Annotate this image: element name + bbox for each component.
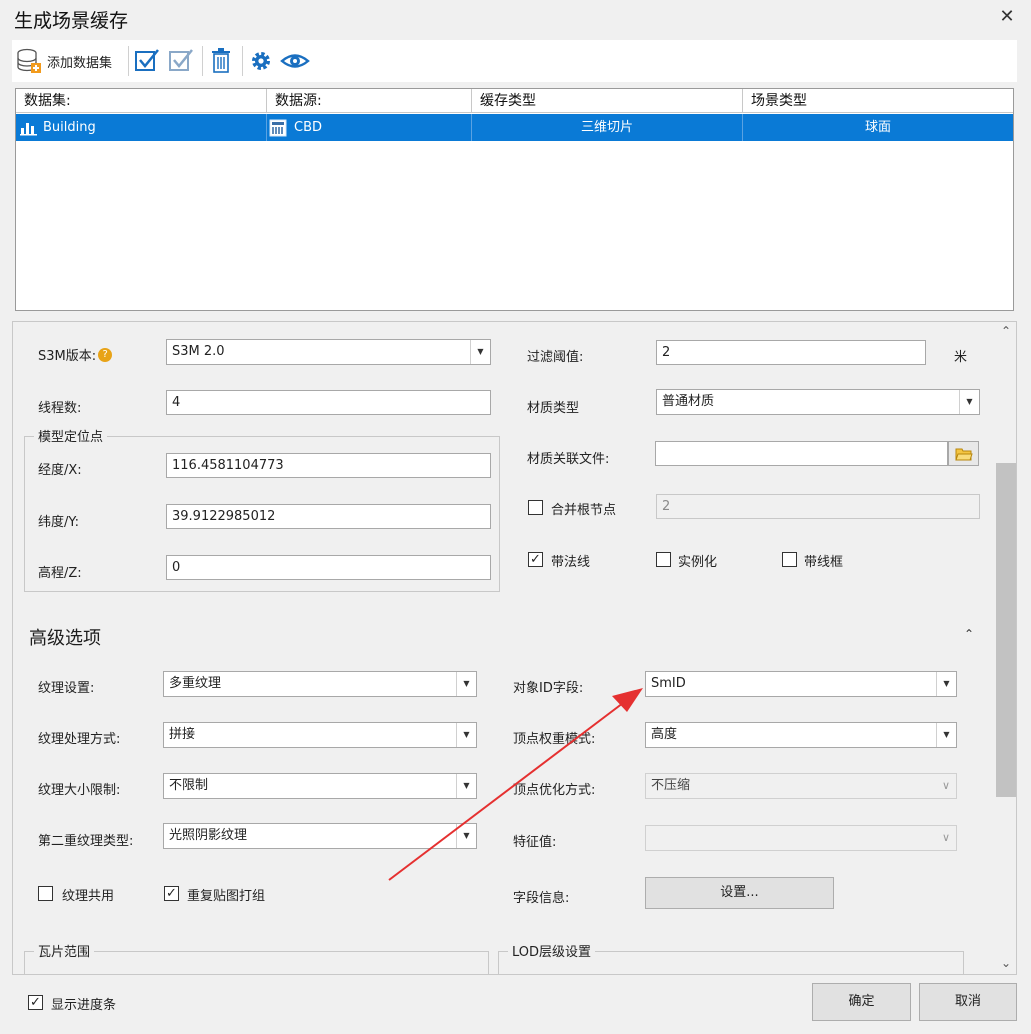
settings-panel: S3M版本: ? S3M 2.0 ▼ 过滤阈值: 2 米 线程数: 4 材质类型… bbox=[12, 321, 1017, 975]
column-header-cache-type[interactable]: 缓存类型 bbox=[472, 89, 743, 113]
column-header-dataset[interactable]: 数据集: bbox=[16, 89, 267, 113]
toolbar-separator bbox=[128, 46, 129, 76]
eye-icon bbox=[280, 54, 310, 68]
database-add-icon bbox=[17, 48, 41, 73]
model-dataset-icon bbox=[20, 122, 37, 135]
invert-select-button[interactable] bbox=[168, 40, 196, 82]
table-row[interactable]: Building CBD 三维切片 球面 bbox=[16, 114, 1013, 141]
add-dataset-label: 添加数据集 bbox=[47, 55, 113, 71]
toolbar-separator bbox=[202, 46, 203, 76]
check-inverse-icon bbox=[169, 49, 193, 71]
column-header-scene-type[interactable]: 场景类型 bbox=[743, 89, 1013, 113]
dataset-grid: 数据集: 数据源: 缓存类型 场景类型 Building CBD 三维切片 球面 bbox=[15, 88, 1014, 311]
dataset-name: Building bbox=[43, 120, 96, 135]
toolbar-separator bbox=[242, 46, 243, 76]
cancel-button[interactable]: 取消 bbox=[919, 983, 1017, 1021]
show-progress-label: 显示进度条 bbox=[51, 998, 117, 1013]
select-all-button[interactable] bbox=[134, 40, 162, 82]
toolbar: 添加数据集 bbox=[12, 40, 1017, 82]
cache-type-cell[interactable]: 三维切片 bbox=[472, 114, 743, 141]
scrollbar-thumb[interactable] bbox=[996, 463, 1016, 797]
grid-header: 数据集: 数据源: 缓存类型 场景类型 bbox=[16, 89, 1013, 113]
close-icon[interactable]: ✕ bbox=[995, 6, 1019, 30]
preview-button[interactable] bbox=[280, 40, 312, 82]
annotation-arrow bbox=[388, 688, 643, 881]
vertical-scrollbar[interactable]: ⌃ ⌄ bbox=[996, 322, 1016, 974]
title-bar: 生成场景缓存 ✕ bbox=[0, 0, 1031, 38]
scene-type-cell[interactable]: 球面 bbox=[743, 114, 1013, 141]
column-header-datasource[interactable]: 数据源: bbox=[267, 89, 472, 113]
add-dataset-button[interactable]: 添加数据集 bbox=[15, 40, 125, 82]
scroll-down-icon[interactable]: ⌄ bbox=[996, 956, 1016, 972]
scroll-up-icon[interactable]: ⌃ bbox=[996, 324, 1016, 340]
settings-button[interactable] bbox=[249, 40, 275, 82]
ok-button[interactable]: 确定 bbox=[812, 983, 911, 1021]
datasource-icon bbox=[269, 119, 287, 136]
dataset-cell[interactable]: Building bbox=[16, 114, 267, 141]
gear-icon bbox=[252, 52, 270, 70]
datasource-name: CBD bbox=[294, 120, 323, 135]
delete-button[interactable] bbox=[210, 40, 236, 82]
trash-icon bbox=[212, 48, 230, 73]
check-all-icon bbox=[135, 49, 159, 71]
datasource-cell[interactable]: CBD bbox=[267, 114, 472, 141]
window-title: 生成场景缓存 bbox=[14, 10, 129, 32]
show-progress-checkbox[interactable]: ✓ bbox=[28, 995, 43, 1010]
